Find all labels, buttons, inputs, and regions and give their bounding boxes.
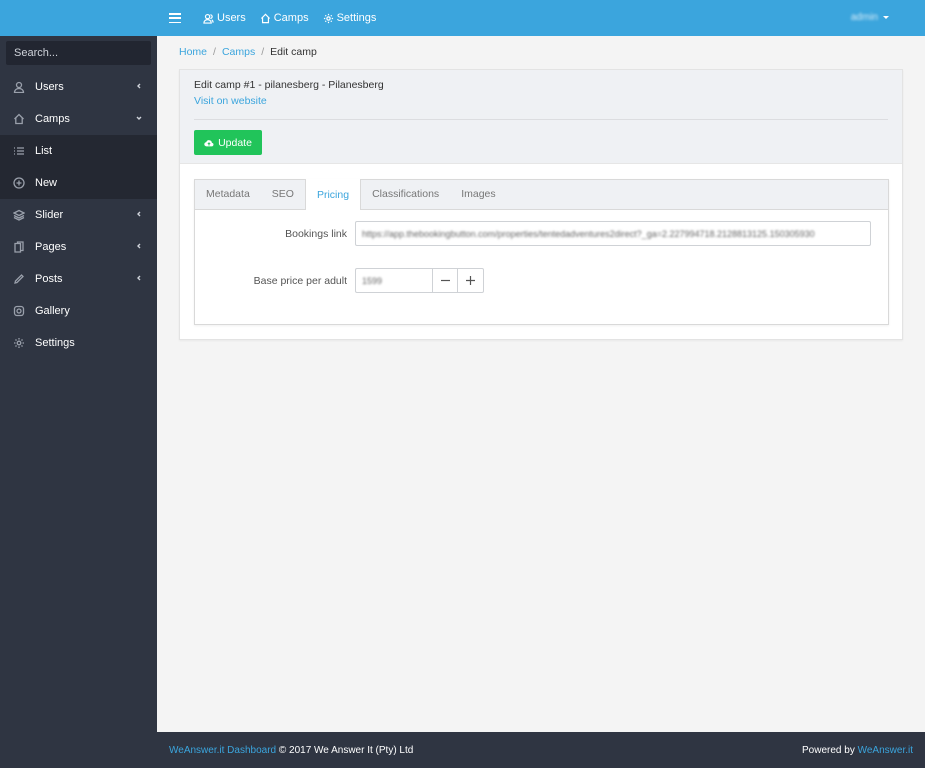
- tab-classifications[interactable]: Classifications: [361, 179, 450, 209]
- bookings-link-label: Bookings link: [285, 227, 347, 240]
- cloud-upload-icon: [204, 139, 214, 146]
- hamburger-menu-icon[interactable]: [169, 12, 181, 24]
- tabs-bar: Metadata SEO Pricing Classifications Ima…: [195, 179, 888, 210]
- tab-seo[interactable]: SEO: [261, 179, 305, 209]
- sidebar-item-users[interactable]: Users: [0, 71, 157, 103]
- visit-website-link[interactable]: Visit on website: [194, 95, 888, 107]
- breadcrumb-separator: /: [213, 46, 216, 58]
- tabs-panel: Metadata SEO Pricing Classifications Ima…: [194, 179, 889, 325]
- list-icon: [12, 144, 26, 158]
- sidebar-item-posts[interactable]: Posts: [0, 263, 157, 295]
- user-icon: [12, 80, 26, 94]
- sidebar-item-label: Gallery: [35, 305, 70, 317]
- divider: [194, 119, 888, 120]
- top-link-label: Camps: [273, 12, 309, 24]
- card-header: Edit camp #1 - pilanesberg - Pilanesberg…: [180, 70, 902, 164]
- sidebar-item-label: Users: [35, 81, 64, 93]
- minus-icon: [440, 279, 450, 282]
- chevron-left-icon: [135, 274, 143, 282]
- sidebar-item-list[interactable]: List: [0, 135, 157, 167]
- breadcrumb-camps[interactable]: Camps: [222, 46, 255, 58]
- footer-left: WeAnswer.it Dashboard © 2017 We Answer I…: [169, 745, 413, 756]
- base-price-label: Base price per adult: [253, 274, 347, 287]
- sidebar-nav: Users Camps List New Slider Pages Posts …: [0, 71, 157, 359]
- search-input[interactable]: Search...: [6, 41, 151, 65]
- top-link-label: Users: [217, 12, 246, 24]
- top-link-label: Settings: [336, 12, 377, 24]
- tab-metadata[interactable]: Metadata: [195, 179, 261, 209]
- bookings-link-input[interactable]: https://app.thebookingbutton.com/propert…: [355, 221, 871, 246]
- sidebar: Search... Users Camps List New Slider Pa…: [0, 0, 157, 768]
- chevron-left-icon: [135, 242, 143, 250]
- top-link-camps[interactable]: Camps: [260, 12, 309, 24]
- page-title: Edit camp #1 - pilanesberg - Pilanesberg: [194, 79, 384, 91]
- sidebar-brand: [0, 0, 157, 36]
- sidebar-item-camps[interactable]: Camps: [0, 103, 157, 135]
- home-icon: [260, 13, 270, 23]
- bookings-link-value: https://app.thebookingbutton.com/propert…: [362, 228, 815, 239]
- breadcrumb-home[interactable]: Home: [179, 46, 207, 58]
- layers-icon: [12, 208, 26, 222]
- users-icon: [203, 13, 214, 24]
- sidebar-item-label: Camps: [35, 113, 70, 125]
- sidebar-item-pages[interactable]: Pages: [0, 231, 157, 263]
- user-name: admin: [850, 12, 878, 23]
- top-link-users[interactable]: Users: [203, 12, 246, 24]
- footer-brand-link[interactable]: WeAnswer.it Dashboard: [169, 745, 276, 756]
- top-link-settings[interactable]: Settings: [323, 12, 377, 24]
- instagram-icon: [12, 304, 26, 318]
- home-icon: [12, 112, 26, 126]
- footer-powered-link[interactable]: WeAnswer.it: [858, 745, 913, 756]
- sidebar-item-slider[interactable]: Slider: [0, 199, 157, 231]
- sidebar-item-label: Settings: [35, 337, 75, 349]
- caret-down-icon: [883, 16, 889, 19]
- gear-icon: [12, 336, 26, 350]
- update-button[interactable]: Update: [194, 130, 262, 155]
- footer: WeAnswer.it Dashboard © 2017 We Answer I…: [157, 732, 925, 768]
- sidebar-item-gallery[interactable]: Gallery: [0, 295, 157, 327]
- footer-powered-text: Powered by: [802, 744, 858, 756]
- base-price-row: Base price per adult 1599: [195, 268, 484, 293]
- pencil-icon: [12, 272, 26, 286]
- sidebar-item-settings[interactable]: Settings: [0, 327, 157, 359]
- bookings-link-row: Bookings link https://app.thebookingbutt…: [195, 221, 871, 246]
- pages-icon: [12, 240, 26, 254]
- sidebar-item-label: Posts: [35, 273, 63, 285]
- tab-images[interactable]: Images: [450, 179, 506, 209]
- footer-right: Powered by WeAnswer.it: [802, 745, 913, 756]
- footer-copyright: © 2017 We Answer It (Pty) Ltd: [278, 744, 414, 756]
- sidebar-item-label: Slider: [35, 209, 64, 221]
- decrement-button[interactable]: [432, 268, 458, 293]
- chevron-down-icon: [135, 114, 143, 122]
- base-price-input[interactable]: 1599: [355, 268, 432, 293]
- edit-camp-card: Edit camp #1 - pilanesberg - Pilanesberg…: [179, 69, 903, 340]
- breadcrumb-separator: /: [261, 46, 265, 58]
- increment-button[interactable]: [458, 268, 484, 293]
- base-price-value: 1599: [362, 275, 383, 286]
- sidebar-item-new[interactable]: New: [0, 167, 157, 199]
- breadcrumb-current: Edit camp: [270, 46, 317, 58]
- price-stepper: 1599: [355, 268, 484, 293]
- chevron-left-icon: [135, 210, 143, 218]
- sidebar-item-label: Pages: [35, 241, 67, 253]
- gear-icon: [323, 13, 333, 23]
- update-button-label: Update: [218, 136, 252, 149]
- sidebar-item-label: New: [35, 177, 58, 189]
- topbar: Users Camps Settings admin: [157, 0, 925, 36]
- tab-pricing[interactable]: Pricing: [304, 179, 362, 210]
- plus-circle-icon: [12, 176, 26, 190]
- sidebar-item-label: List: [35, 145, 53, 157]
- chevron-left-icon: [135, 82, 143, 90]
- user-menu[interactable]: admin: [851, 12, 889, 23]
- plus-icon: [466, 276, 475, 285]
- breadcrumb: Home / Camps / Edit camp: [179, 46, 317, 58]
